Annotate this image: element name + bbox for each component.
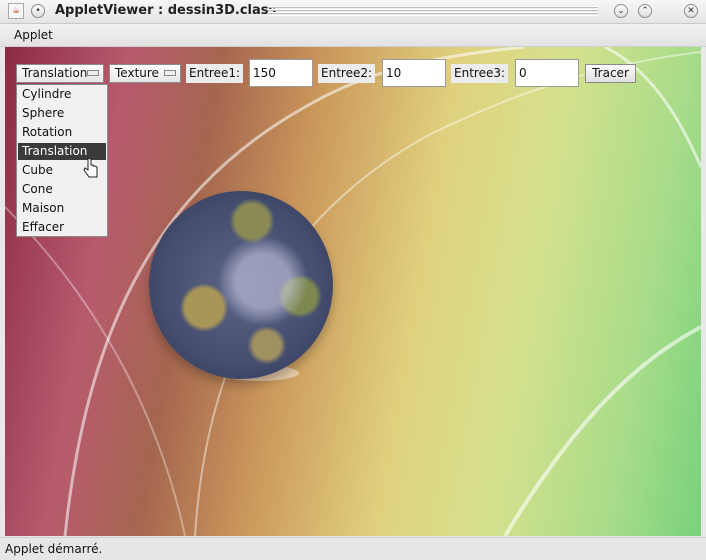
close-button[interactable]: ✕ [684,4,698,18]
window-menu-button[interactable]: • [31,4,45,18]
chevron-down-icon: ⌄ [617,5,625,16]
entree2-field[interactable]: 10 [382,59,446,87]
texture-combo[interactable]: Texture [109,64,181,83]
status-bar: Applet démarré. [0,537,706,560]
combo-arrow-icon [164,70,176,76]
shape-combo-value: Translation [22,66,88,80]
background-swirl [5,47,701,536]
hand-cursor-icon [83,157,98,178]
texture-combo-value: Texture [115,66,159,80]
menu-bar: Applet [0,24,706,47]
close-icon: ✕ [687,5,695,16]
entree1-field[interactable]: 150 [249,59,313,87]
entree2-label: Entree2: [318,64,376,83]
dropdown-item-sphere[interactable]: Sphere [18,105,106,122]
entree3-field[interactable]: 0 [515,59,579,87]
tracer-button[interactable]: Tracer [585,64,636,83]
window-title: AppletViewer : dessin3D.class [55,3,277,18]
dropdown-item-rotation[interactable]: Rotation [18,124,106,141]
dropdown-item-cylindre[interactable]: Cylindre [18,86,106,103]
textured-sphere [149,191,333,379]
entree1-label: Entree1: [186,64,244,83]
entree3-label: Entree3: [451,64,509,83]
title-bar-grip [268,6,598,16]
status-text: Applet démarré. [5,542,103,556]
combo-arrow-icon [87,70,99,76]
dropdown-item-maison[interactable]: Maison [18,200,106,217]
dropdown-item-cone[interactable]: Cone [18,181,106,198]
java-icon: ☕ [8,3,24,19]
maximize-button[interactable]: ⌃ [638,4,652,18]
minimize-button[interactable]: ⌄ [614,4,628,18]
dropdown-item-effacer[interactable]: Effacer [18,219,106,236]
chevron-up-icon: ⌃ [641,5,649,16]
menu-applet[interactable]: Applet [14,28,53,42]
applet-canvas[interactable]: Translation Texture Entree1: 150 Entree2… [5,47,701,536]
title-bar: ☕ • AppletViewer : dessin3D.class ⌄ ⌃ ✕ [0,0,706,24]
shape-combo[interactable]: Translation [16,64,104,83]
